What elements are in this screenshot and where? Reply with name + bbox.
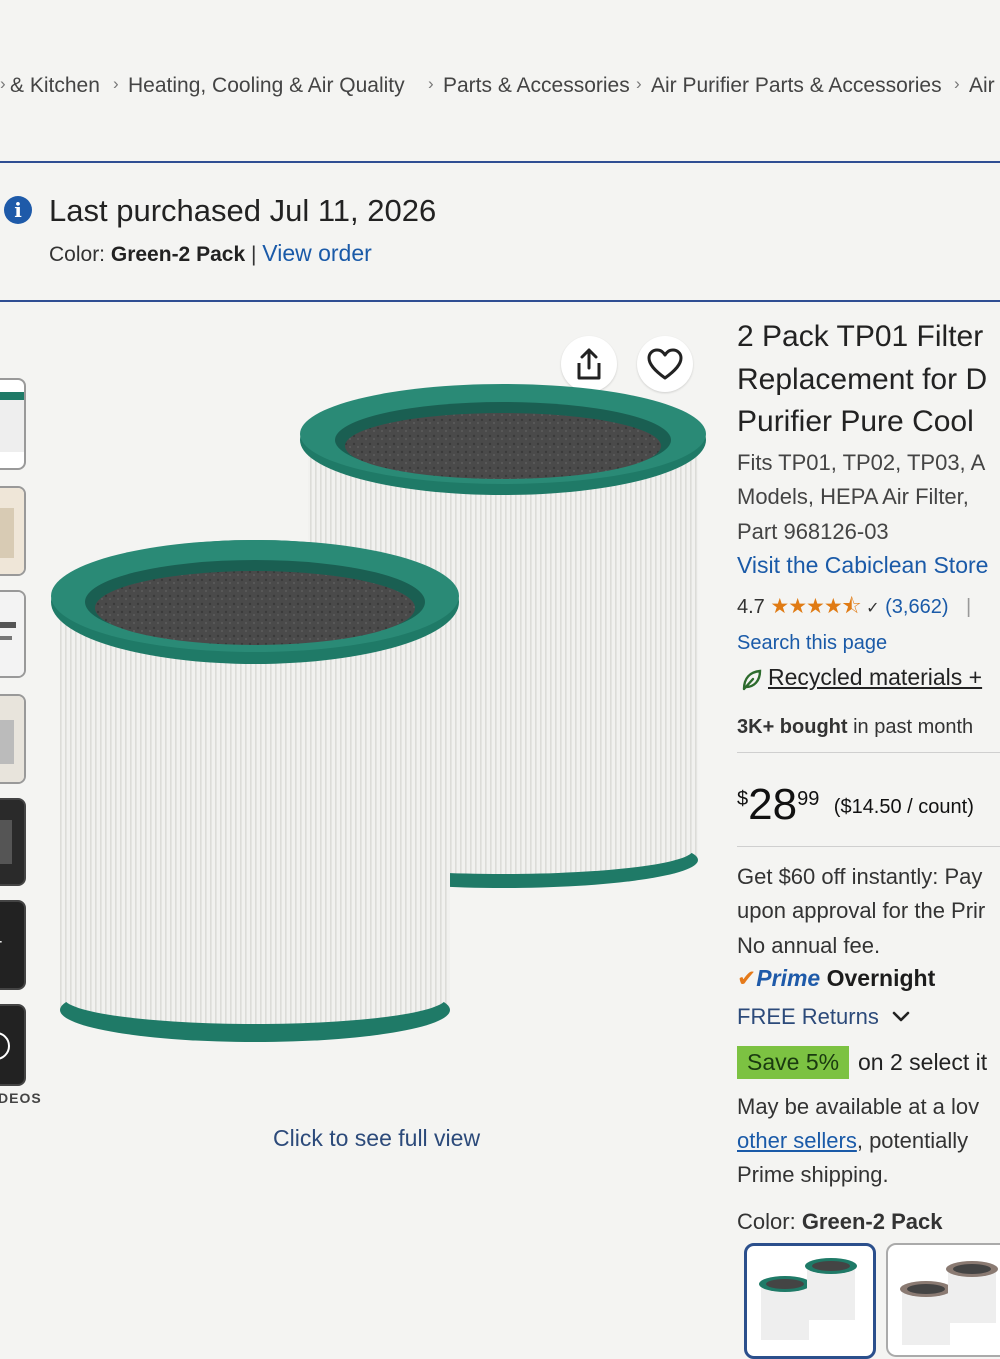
product-subtitle-line-3: Part 968126-03 <box>737 519 889 544</box>
promo-line-1[interactable]: Get $60 off instantly: Pay <box>737 864 982 890</box>
color-swatch-selected[interactable] <box>744 1243 876 1359</box>
price: $2899 ($14.50 / count) <box>737 780 974 830</box>
swatch-image <box>759 1258 857 1340</box>
bought-count-bold: 3K+ bought <box>737 716 848 738</box>
videos-label: DEOS <box>0 1090 42 1106</box>
thumbnail-image <box>0 800 24 884</box>
breadcrumb-item-air[interactable]: Air <box>969 74 995 98</box>
filter-front <box>51 540 459 1042</box>
info-icon: i <box>4 196 32 224</box>
promo-line-3: No annual fee. <box>737 933 881 958</box>
product-title-line-1: 2 Pack TP01 Filter <box>737 320 984 353</box>
price-fraction: 99 <box>797 788 820 810</box>
breadcrumb-separator: › <box>113 74 119 93</box>
thumbnail-image <box>0 592 24 676</box>
product-title-line-2: Replacement for D <box>737 363 988 396</box>
color-label: Color: <box>49 243 106 266</box>
color-swatch-option[interactable] <box>886 1243 1000 1357</box>
view-order-link[interactable]: View order <box>262 240 372 266</box>
thumbnail-more[interactable]: + <box>0 900 26 990</box>
star-rating-icon[interactable]: ★★★★⯪ <box>770 595 861 618</box>
color-value: Green-2 Pack <box>801 1209 943 1234</box>
review-count-link[interactable]: (3,662) <box>885 596 948 618</box>
separator: | <box>250 243 257 266</box>
thumbnail-video[interactable] <box>0 1004 26 1086</box>
availability-line-1: May be available at a lov <box>737 1094 980 1119</box>
section-divider <box>0 300 1000 302</box>
rating-value: 4.7 <box>737 596 765 618</box>
color-value: Green-2 Pack <box>110 243 246 266</box>
breadcrumb: › & Kitchen › Heating, Cooling & Air Qua… <box>0 74 1000 106</box>
breadcrumb-item-heating[interactable]: Heating, Cooling & Air Quality <box>128 74 405 98</box>
breadcrumb-item-purifier-parts[interactable]: Air Purifier Parts & Accessories <box>651 74 942 98</box>
breadcrumb-item-parts[interactable]: Parts & Accessories <box>443 74 630 98</box>
availability-line-3: Prime shipping. <box>737 1162 889 1187</box>
divider <box>737 846 1000 847</box>
section-divider <box>0 161 1000 163</box>
thumbnail-3[interactable] <box>0 590 26 678</box>
plus-icon: + <box>0 932 3 953</box>
thumbnail-1[interactable] <box>0 378 26 470</box>
recycled-materials-link[interactable]: Recycled materials + <box>768 664 982 691</box>
breadcrumb-separator: › <box>636 74 642 93</box>
availability-line-2-rest: , potentially <box>856 1128 969 1153</box>
promo-line-2: upon approval for the Prir <box>737 898 986 923</box>
product-image[interactable] <box>40 370 720 1050</box>
leaf-icon <box>741 668 763 697</box>
breadcrumb-separator: › <box>0 74 6 93</box>
last-purchased-title: Last purchased Jul 11, 2026 <box>49 193 437 228</box>
prime-check-icon: ✔ <box>737 965 757 991</box>
color-selector-label: Color: Green-2 Pack <box>737 1209 942 1235</box>
product-title-line-3: Purifier Pure Cool <box>737 405 974 438</box>
other-sellers-link[interactable]: other sellers <box>737 1128 857 1153</box>
save-offer-text[interactable]: on 2 select it <box>858 1049 987 1076</box>
thumbnail-image <box>0 488 24 574</box>
availability-line-2: other sellers, potentially <box>737 1128 968 1154</box>
thumbnail-image <box>0 392 24 452</box>
price-whole: 28 <box>748 780 798 829</box>
swatch-image <box>900 1261 998 1345</box>
prime-label[interactable]: Prime <box>756 965 820 991</box>
save-badge: Save 5% <box>737 1046 850 1079</box>
thumbnail-5[interactable] <box>0 798 26 886</box>
unit-price: ($14.50 / count) <box>833 796 974 818</box>
breadcrumb-item-kitchen[interactable]: & Kitchen <box>10 74 100 98</box>
bought-count-rest: in past month <box>847 716 974 738</box>
separator: | <box>966 596 972 618</box>
free-returns-label: FREE Returns <box>737 1004 879 1029</box>
breadcrumb-separator: › <box>428 74 434 93</box>
store-link[interactable]: Visit the Cabiclean Store <box>737 552 988 579</box>
free-returns-dropdown[interactable]: FREE Returns <box>737 1004 911 1030</box>
play-icon <box>0 1032 10 1060</box>
color-label: Color: <box>737 1209 796 1234</box>
rating-row: 4.7 ★★★★⯪ ✓ (3,662) | <box>737 592 971 627</box>
breadcrumb-separator: › <box>954 74 960 93</box>
product-subtitle-line-2: Models, HEPA Air Filter, <box>737 484 969 509</box>
price-currency: $ <box>737 788 749 810</box>
full-view-link[interactable]: Click to see full view <box>273 1125 480 1152</box>
chevron-down-icon[interactable]: ✓ <box>866 600 879 617</box>
prime-suffix: Overnight <box>820 965 936 991</box>
divider <box>737 752 1000 753</box>
chevron-down-icon <box>892 1011 910 1022</box>
search-page-link[interactable]: Search this page <box>737 632 887 655</box>
bought-count: 3K+ bought in past month <box>737 716 973 739</box>
prime-delivery: ✔Prime Overnight <box>737 965 935 992</box>
thumbnail-4[interactable] <box>0 694 26 784</box>
last-purchased-details: Color: Green-2 Pack | View order <box>49 240 372 267</box>
product-subtitle-line-1: Fits TP01, TP02, TP03, A <box>737 450 986 475</box>
thumbnail-image <box>0 696 24 782</box>
thumbnail-2[interactable] <box>0 486 26 576</box>
